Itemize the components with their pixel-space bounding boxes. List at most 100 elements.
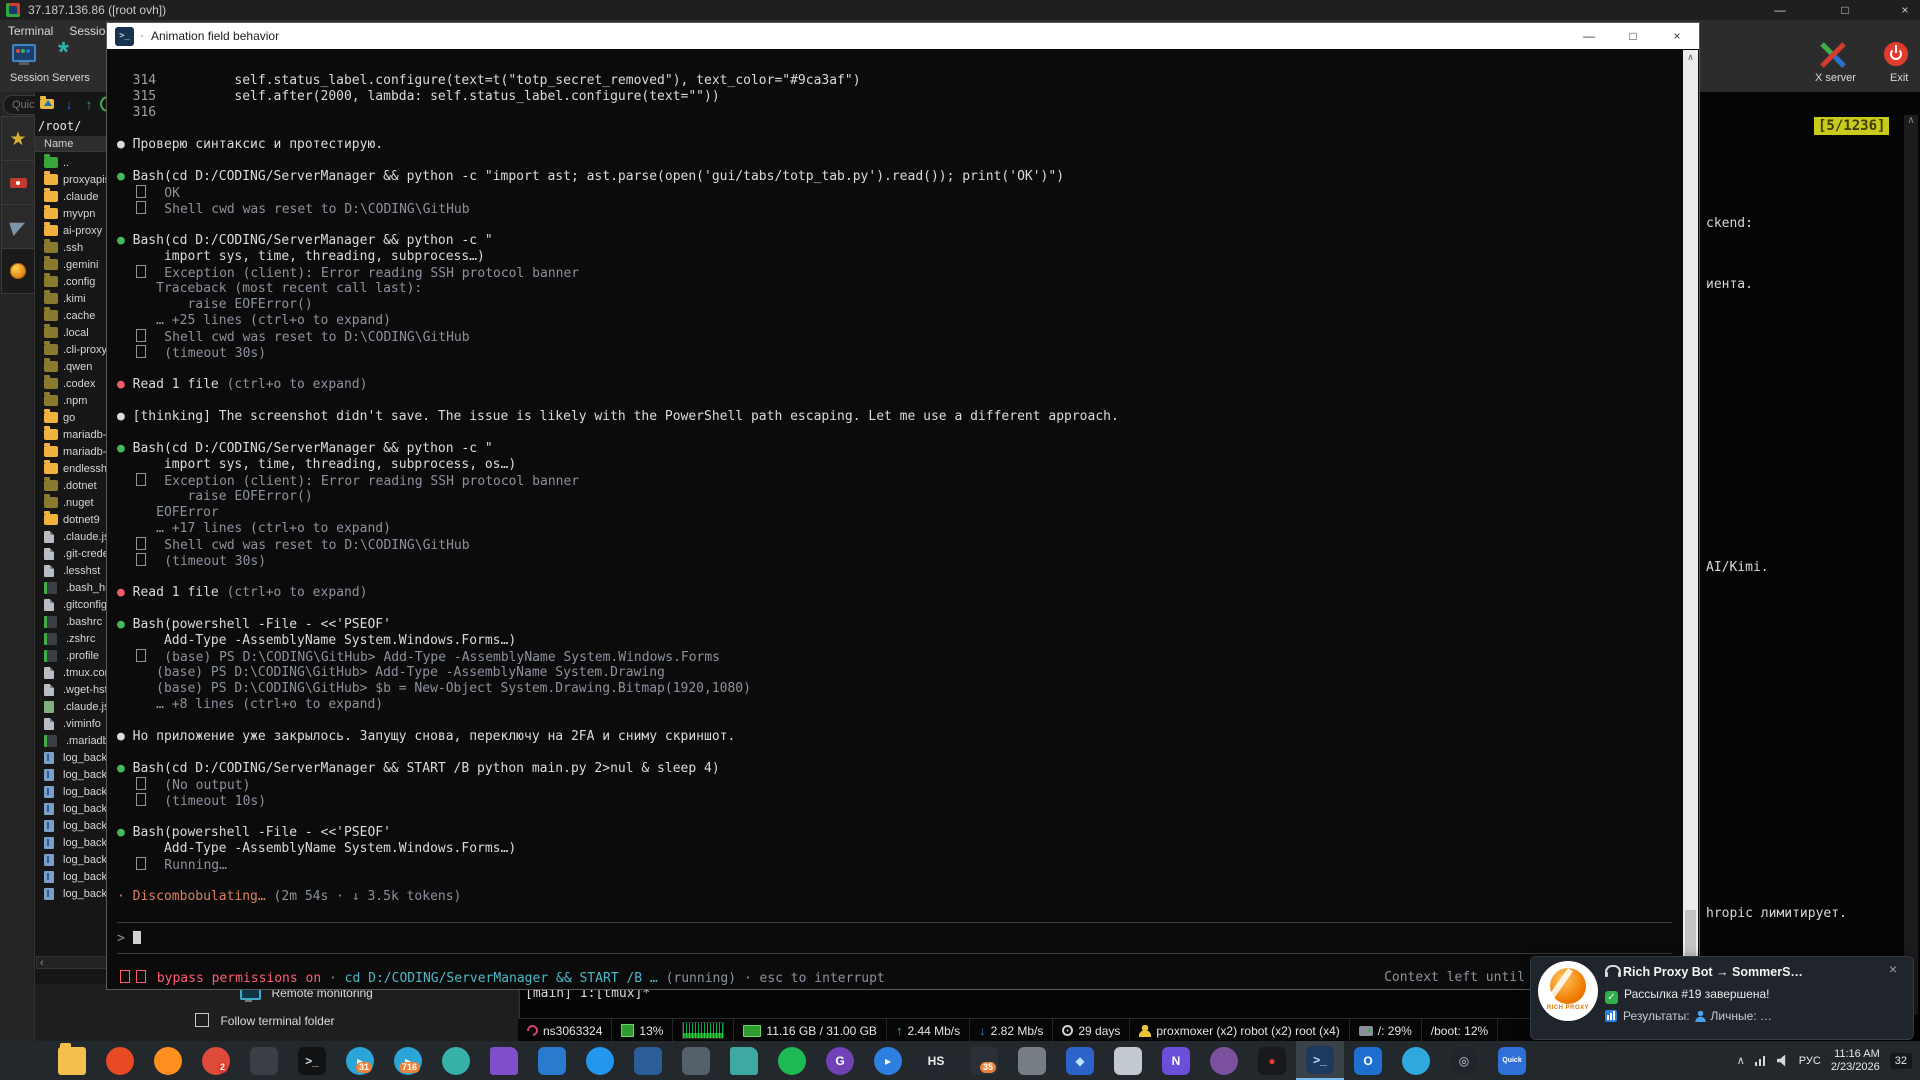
taskbar-icon-telegram[interactable]: ▸31 <box>336 1041 384 1080</box>
status-item-text[interactable]: /boot: 12% <box>1422 1019 1498 1042</box>
notification-popup[interactable]: RICH PROXY Rich Proxy Bot → SommerS… × ✓… <box>1530 956 1914 1040</box>
fd-file-icon <box>44 276 58 287</box>
results-label: Результаты: <box>1623 1009 1690 1023</box>
status-item-debian[interactable]: ns3063324 <box>518 1019 612 1042</box>
sidebar-tab-tools[interactable] <box>1 160 35 206</box>
terminal-line: 314 self.status_label.configure(text=t("… <box>117 73 1678 89</box>
minimize-button[interactable]: — <box>1567 23 1611 49</box>
upload-icon[interactable]: ↑ <box>80 95 98 113</box>
window-scrollbar[interactable]: ∧ <box>1683 50 1698 989</box>
servers-button[interactable]: * <box>58 42 69 66</box>
terminal-viewport: 314 self.status_label.configure(text=t("… <box>107 49 1682 989</box>
disk-icon <box>1359 1026 1373 1036</box>
notification-close-icon[interactable]: × <box>1889 961 1897 977</box>
status-left: bypass permissions on · cd D:/CODING/Ser… <box>117 970 885 986</box>
taskbar-icon-chat-dark[interactable]: 35 <box>960 1041 1008 1080</box>
x-server-button[interactable] <box>1818 42 1848 68</box>
sidebar-tab-sftp[interactable] <box>1 248 35 294</box>
taskbar-icon-spotify[interactable] <box>768 1041 816 1080</box>
status-item-ram[interactable]: 11.16 GB / 31.00 GB <box>734 1019 887 1042</box>
taskbar-icon-viber[interactable] <box>1200 1041 1248 1080</box>
taskbar-icon-hs-suite[interactable]: HS <box>912 1041 960 1080</box>
status-item-text: proxmoxer (x2) robot (x2) root (x4) <box>1156 1024 1339 1038</box>
logo-text: RICH PROXY <box>1538 1005 1598 1011</box>
sidebar-tab-macros[interactable] <box>1 204 35 250</box>
hidden-icons-chevron[interactable]: ∧ <box>1737 1054 1745 1067</box>
scrollbar-up-icon[interactable]: ∧ <box>1683 50 1698 65</box>
taskbar-icon-outlook[interactable]: O <box>1344 1041 1392 1080</box>
moba-maximize-button[interactable]: □ <box>1825 0 1865 20</box>
taskbar-icon-teal-doc[interactable] <box>720 1041 768 1080</box>
scroll-up-icon[interactable]: ∧ <box>1907 115 1914 126</box>
taskbar-icon-start[interactable] <box>0 1041 48 1080</box>
checkbox-unchecked[interactable] <box>195 1013 209 1027</box>
taskbar-icon-purple-notes[interactable] <box>480 1041 528 1080</box>
language-indicator[interactable]: РУС <box>1799 1055 1821 1067</box>
taskbar-icon-obs-studio[interactable]: ◎ <box>1440 1041 1488 1080</box>
taskbar-icon-docker[interactable] <box>576 1041 624 1080</box>
notion-glyph: N <box>1172 1054 1181 1068</box>
taskbar-icon-file-manager-blue[interactable] <box>624 1041 672 1080</box>
taskbar-icon-telegram-web[interactable] <box>1392 1041 1440 1080</box>
follow-terminal-checkbox-row[interactable]: Follow terminal folder <box>195 1012 335 1030</box>
powershell-glyph: >_ <box>1313 1053 1327 1067</box>
status-item-down[interactable]: ↓2.82 Mb/s <box>970 1019 1053 1042</box>
download-icon[interactable]: ↓ <box>60 95 78 113</box>
taskbar-icon-yt-music[interactable]: ● <box>1248 1041 1296 1080</box>
moba-minimize-button[interactable]: — <box>1760 0 1800 20</box>
maximize-button[interactable]: □ <box>1611 23 1655 49</box>
taskbar-icon-blue-diamond-tool[interactable]: ◆ <box>1056 1041 1104 1080</box>
taskbar-icon-goland[interactable]: G <box>816 1041 864 1080</box>
status-item-uptime[interactable]: 29 days <box>1053 1019 1130 1042</box>
terminal-line: import sys, time, threading, subprocess…… <box>117 249 1678 265</box>
status-item-cpu[interactable]: 13% <box>612 1019 673 1042</box>
taskbar-icon-gray-tool[interactable] <box>672 1041 720 1080</box>
background-terminal-scrollbar[interactable]: ∧ <box>1904 115 1918 1015</box>
taskbar-icon-vscode[interactable] <box>528 1041 576 1080</box>
taskbar-icon-qbittorrent[interactable] <box>432 1041 480 1080</box>
taskbar-icon-gray-app[interactable] <box>1008 1041 1056 1080</box>
notification-count-badge[interactable]: 32 <box>1890 1053 1912 1069</box>
script-file-icon <box>44 633 57 645</box>
scroll-left-icon[interactable]: ‹ <box>40 957 44 969</box>
fd-file-icon <box>44 361 58 372</box>
prompt-input[interactable]: > <box>117 922 1672 954</box>
status-item-disk[interactable]: /: 29% <box>1350 1019 1422 1042</box>
taskbar-icon-dark-editor[interactable] <box>240 1041 288 1080</box>
session-button[interactable] <box>12 44 36 67</box>
exit-button[interactable] <box>1884 42 1908 71</box>
window-titlebar[interactable]: >_ · Animation field behavior — □ × <box>107 23 1699 49</box>
file-name: dotnet9 <box>63 514 100 526</box>
taskbar-icon-chrome-browser[interactable]: 2 <box>192 1041 240 1080</box>
taskbar-icon-powershell[interactable]: >_ <box>1296 1041 1344 1080</box>
close-button[interactable]: × <box>1655 23 1699 49</box>
check-icon: ✓ <box>1605 991 1618 1004</box>
taskbar-icon-light-app[interactable] <box>1104 1041 1152 1080</box>
volume-icon[interactable] <box>1777 1055 1789 1067</box>
mobaxterm-titlebar[interactable]: 37.187.136.86 ([root ovh]) — □ × <box>0 0 1920 20</box>
tofu-glyph <box>136 265 146 278</box>
sidebar-tab-favorites[interactable]: ★ <box>1 116 35 162</box>
taskbar-icon-quick-assist[interactable]: Quick <box>1488 1041 1536 1080</box>
taskbar-icon-terminal-cmd[interactable]: >_ <box>288 1041 336 1080</box>
clock[interactable]: 11:16 AM 2/23/2026 <box>1831 1048 1880 1074</box>
file-name: endlessh <box>63 463 107 475</box>
tofu-glyph <box>136 553 146 566</box>
status-item-graph[interactable] <box>673 1019 734 1042</box>
taskbar-icon-notion[interactable]: N <box>1152 1041 1200 1080</box>
taskbar-icon-file-explorer[interactable] <box>48 1041 96 1080</box>
status-item-users[interactable]: proxmoxer (x2) robot (x2) root (x4) <box>1130 1019 1349 1042</box>
current-path[interactable]: /root/ <box>38 119 81 133</box>
text-cursor <box>133 931 141 944</box>
menu-terminal[interactable]: Terminal <box>8 24 53 38</box>
status-item-up[interactable]: ↑2.44 Mb/s <box>887 1019 970 1042</box>
folder-up-icon[interactable] <box>38 95 56 113</box>
claude-status-line: bypass permissions on · cd D:/CODING/Ser… <box>117 970 1658 986</box>
taskbar-icon-brave-browser[interactable] <box>96 1041 144 1080</box>
moba-close-button[interactable]: × <box>1885 0 1920 20</box>
taskbar-icon-firefox-browser[interactable] <box>144 1041 192 1080</box>
taskbar-icon-telegram-alt[interactable]: ▸716 <box>384 1041 432 1080</box>
network-icon[interactable] <box>1755 1055 1767 1066</box>
media-play-icon: ▸ <box>874 1047 902 1075</box>
taskbar-icon-media-play[interactable]: ▸ <box>864 1041 912 1080</box>
